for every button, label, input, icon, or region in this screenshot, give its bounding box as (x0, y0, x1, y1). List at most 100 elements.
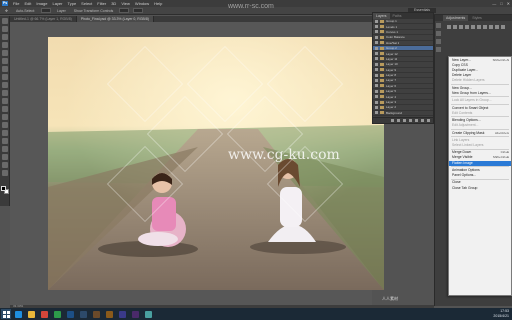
ie-icon[interactable] (13, 309, 24, 319)
eraser-tool-icon[interactable] (1, 98, 8, 104)
curves-icon[interactable] (459, 25, 463, 29)
type-tool-icon[interactable] (1, 138, 8, 144)
mask-icon[interactable] (403, 119, 406, 122)
link-layers-icon[interactable] (391, 119, 394, 122)
illustrator-icon[interactable] (104, 309, 115, 319)
photo-canvas[interactable] (48, 37, 384, 290)
bridge-icon[interactable] (91, 309, 102, 319)
menu-item[interactable]: Flatten Image (449, 160, 511, 166)
levels-icon[interactable] (453, 25, 457, 29)
visibility-eye-icon[interactable] (375, 30, 378, 34)
aftereffects-icon[interactable] (117, 309, 128, 319)
exposure-icon[interactable] (465, 25, 469, 29)
shape-tool-icon[interactable] (1, 154, 8, 160)
menu-item[interactable]: New Group from Layers... (449, 91, 511, 96)
menu-type[interactable]: Type (68, 1, 77, 6)
visibility-eye-icon[interactable] (375, 25, 378, 29)
menu-view[interactable]: View (121, 1, 130, 6)
crop-tool-icon[interactable] (1, 50, 8, 56)
zoom-tool-icon[interactable] (1, 170, 8, 176)
menu-file[interactable]: File (13, 1, 19, 6)
visibility-eye-icon[interactable] (375, 52, 378, 56)
visibility-eye-icon[interactable] (375, 105, 378, 109)
brush-tool-icon[interactable] (1, 74, 8, 80)
menu-image[interactable]: Image (36, 1, 47, 6)
store-icon[interactable] (52, 309, 63, 319)
dodge-tool-icon[interactable] (1, 122, 8, 128)
move-tool-icon[interactable] (1, 18, 8, 24)
menu-item[interactable]: Create Clipping Mask Alt+Ctrl+G (449, 131, 511, 136)
visibility-eye-icon[interactable] (375, 84, 378, 88)
menu-window[interactable]: Window (135, 1, 149, 6)
align-buttons[interactable] (119, 8, 130, 13)
move-tool-icon[interactable]: ✥ (3, 9, 10, 13)
character-icon[interactable] (436, 39, 441, 44)
visibility-eye-icon[interactable] (375, 46, 378, 50)
healing-brush-tool-icon[interactable] (1, 66, 8, 72)
paragraph-icon[interactable] (436, 47, 441, 52)
visibility-eye-icon[interactable] (375, 35, 378, 39)
tab-paths[interactable]: Paths (389, 13, 405, 19)
lasso-tool-icon[interactable] (1, 34, 8, 40)
menu-edit[interactable]: Edit (24, 1, 31, 6)
visibility-eye-icon[interactable] (375, 100, 378, 104)
history-brush-tool-icon[interactable] (1, 90, 8, 96)
vibrance-icon[interactable] (471, 25, 475, 29)
auto-select-target[interactable]: Layer (55, 9, 68, 13)
photo-filter-icon[interactable] (495, 25, 499, 29)
properties-icon[interactable] (436, 31, 441, 36)
fx-icon[interactable] (397, 119, 400, 122)
path-select-tool-icon[interactable] (1, 146, 8, 152)
menu-filter[interactable]: Filter (97, 1, 106, 6)
photoshop-icon[interactable] (65, 309, 76, 319)
adjustment-layer-icon[interactable] (409, 119, 412, 122)
eyedropper-tool-icon[interactable] (1, 58, 8, 64)
visibility-eye-icon[interactable] (375, 73, 378, 77)
clone-stamp-tool-icon[interactable] (1, 82, 8, 88)
blur-tool-icon[interactable] (1, 114, 8, 120)
menu-layer[interactable]: Layer (52, 1, 62, 6)
auto-select-dropdown[interactable] (41, 8, 52, 13)
tab-layers[interactable]: Layers (373, 13, 390, 19)
hand-tool-icon[interactable] (1, 162, 8, 168)
minimize-icon[interactable]: — (492, 1, 496, 6)
color-balance-icon[interactable] (483, 25, 487, 29)
visibility-eye-icon[interactable] (375, 41, 378, 45)
media-icon[interactable] (143, 309, 154, 319)
black-white-icon[interactable] (489, 25, 493, 29)
new-group-icon[interactable] (415, 119, 418, 122)
menu-item[interactable]: Close Tab Group (449, 186, 511, 191)
pen-tool-icon[interactable] (1, 130, 8, 136)
trash-icon[interactable] (427, 119, 430, 122)
lightroom-icon[interactable] (78, 309, 89, 319)
visibility-eye-icon[interactable] (375, 62, 378, 66)
menu-item[interactable]: Panel Options... (449, 173, 511, 178)
menu-select[interactable]: Select (81, 1, 92, 6)
tab-adjustments[interactable]: Adjustments (443, 15, 469, 21)
visibility-eye-icon[interactable] (375, 57, 378, 61)
quick-select-tool-icon[interactable] (1, 42, 8, 48)
visibility-eye-icon[interactable] (375, 89, 378, 93)
maximize-icon[interactable]: □ (500, 1, 502, 6)
auto-select-label[interactable]: Auto-Select: (14, 9, 37, 13)
explorer-icon[interactable] (26, 309, 37, 319)
close-icon[interactable]: ✕ (507, 1, 510, 6)
windows-start-icon[interactable] (1, 309, 11, 319)
visibility-eye-icon[interactable] (375, 19, 378, 23)
brightness-icon[interactable] (447, 25, 451, 29)
canvas-area[interactable] (10, 22, 384, 305)
menu-help[interactable]: Help (154, 1, 162, 6)
history-icon[interactable] (436, 23, 441, 28)
distribute-buttons[interactable] (133, 8, 144, 13)
gradient-tool-icon[interactable] (1, 106, 8, 112)
visibility-eye-icon[interactable] (375, 68, 378, 72)
layer-row[interactable]: Background (373, 111, 433, 117)
premiere-icon[interactable] (130, 309, 141, 319)
visibility-eye-icon[interactable] (375, 111, 378, 115)
channel-mixer-icon[interactable] (501, 25, 505, 29)
show-transform-controls[interactable]: Show Transform Controls (72, 9, 116, 13)
hue-saturation-icon[interactable] (477, 25, 481, 29)
visibility-eye-icon[interactable] (375, 95, 378, 99)
tab-styles[interactable]: Styles (469, 15, 485, 21)
visibility-eye-icon[interactable] (375, 78, 378, 82)
